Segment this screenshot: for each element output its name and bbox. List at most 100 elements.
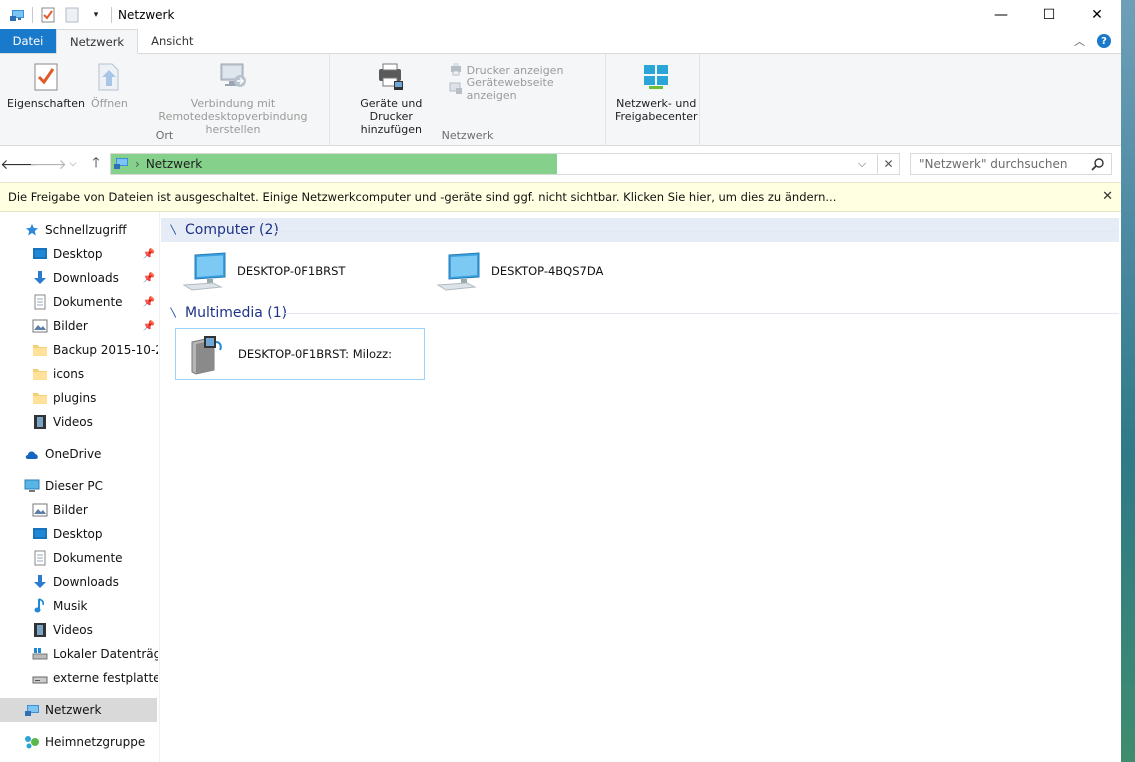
tab-file[interactable]: Datei [0, 29, 56, 53]
breadcrumb-network[interactable]: Netzwerk [146, 157, 202, 171]
recent-locations-dropdown-icon[interactable]: ⌵ [62, 153, 84, 175]
ribbon-group-center: Netzwerk- und Freigabecenter [606, 54, 700, 146]
group-title: Computer (2) [185, 222, 279, 238]
computer-group-header[interactable]: 〵 Computer (2) [168, 218, 279, 242]
nav-label: Videos [53, 415, 93, 429]
pictures-icon [32, 502, 48, 518]
nav-label: Dokumente [53, 551, 123, 565]
pin-icon[interactable]: 📌 [143, 320, 155, 332]
folder-icon [32, 342, 48, 358]
pin-icon[interactable]: 📌 [143, 248, 155, 260]
chevron-down-icon: 〵 [168, 307, 179, 320]
multimedia-group-header[interactable]: 〵 Multimedia (1) [168, 301, 287, 325]
group-title: Multimedia (1) [185, 305, 288, 321]
tile-label: DESKTOP-4BQS7DA [491, 264, 604, 278]
media-server-tile[interactable]: DESKTOP-0F1BRST: Milozz: [175, 328, 425, 380]
nav-label: Downloads [53, 575, 119, 589]
nav-pc-local-disk[interactable]: Lokaler Datenträger [32, 642, 158, 666]
local-disk-icon [32, 646, 48, 662]
maximize-button[interactable]: ☐ [1025, 0, 1073, 30]
minimize-button[interactable]: — [977, 0, 1025, 30]
ribbon-right-controls: ︿ ? [1074, 29, 1121, 53]
nav-pc-videos[interactable]: Videos [32, 618, 93, 642]
network-sharing-center-icon [640, 60, 672, 94]
nav-pc-desktop[interactable]: Desktop [32, 522, 103, 546]
drive-icon [32, 670, 48, 686]
nav-label: Desktop [53, 527, 103, 541]
network-location-icon [113, 156, 129, 173]
nav-pc-pictures[interactable]: Bilder [32, 498, 88, 522]
nav-qa-icons-folder[interactable]: icons [32, 362, 84, 386]
nav-pc-downloads[interactable]: Downloads [32, 570, 119, 594]
nav-homegroup[interactable]: Heimnetzgruppe [24, 730, 145, 754]
computer-tile[interactable]: DESKTOP-0F1BRST [183, 248, 413, 294]
nav-qa-backup-folder[interactable]: Backup 2015-10-29 [32, 338, 158, 362]
nav-qa-documents[interactable]: Dokumente [32, 290, 123, 314]
nav-qa-videos[interactable]: Videos [32, 410, 93, 434]
search-placeholder: "Netzwerk" durchsuchen [919, 157, 1068, 171]
nav-label: Dieser PC [45, 479, 103, 493]
tile-label: DESKTOP-0F1BRST [237, 264, 346, 278]
computer-icon [437, 249, 481, 293]
qat-separator [32, 7, 33, 23]
film-icon [32, 414, 48, 430]
network-sharing-center-label-2: Freigabecenter [615, 110, 698, 123]
new-folder-qat-icon[interactable] [63, 6, 81, 24]
ribbon-tabs: Datei Netzwerk Ansicht ︿ ? [0, 29, 1121, 54]
nav-network[interactable]: Netzwerk [0, 698, 157, 722]
nav-pc-music[interactable]: Musik [32, 594, 88, 618]
infobar-text: Die Freigabe von Dateien ist ausgeschalt… [8, 190, 837, 204]
device-webpage-button[interactable]: Gerätewebseite anzeigen [449, 76, 601, 102]
stop-refresh-icon[interactable]: ✕ [877, 154, 899, 174]
properties-qat-icon[interactable] [39, 6, 57, 24]
address-bar[interactable]: › Netzwerk ⌵ ✕ [110, 153, 900, 175]
help-icon[interactable]: ? [1097, 34, 1111, 48]
film-icon [32, 622, 48, 638]
pictures-icon [32, 318, 48, 334]
nav-this-pc[interactable]: Dieser PC [24, 474, 103, 498]
pin-icon[interactable]: 📌 [143, 272, 155, 284]
nav-qa-pictures[interactable]: Bilder [32, 314, 88, 338]
nav-onedrive[interactable]: OneDrive [24, 442, 101, 466]
nav-label: Backup 2015-10-29 [53, 343, 158, 357]
document-icon [32, 294, 48, 310]
content-pane: 〵 Computer (2) DESKTOP-0F1BRST DESKTOP-4… [161, 212, 1121, 762]
file-sharing-infobar[interactable]: Die Freigabe von Dateien ist ausgeschalt… [0, 182, 1121, 212]
cloud-icon [24, 446, 40, 462]
address-dropdown-icon[interactable]: ⌵ [851, 154, 873, 174]
search-box[interactable]: "Netzwerk" durchsuchen [910, 153, 1112, 175]
qat-dropdown-icon[interactable]: ▾ [87, 6, 105, 24]
pin-icon[interactable]: 📌 [143, 296, 155, 308]
computer-tile[interactable]: DESKTOP-4BQS7DA [437, 248, 667, 294]
forward-button[interactable]: 🡒 [29, 153, 67, 175]
search-icon[interactable] [1091, 157, 1105, 171]
nav-qa-downloads[interactable]: Downloads [32, 266, 119, 290]
nav-pc-documents[interactable]: Dokumente [32, 546, 123, 570]
nav-quick-access[interactable]: Schnellzugriff [24, 218, 127, 242]
computer-group-band [161, 218, 1119, 242]
title-bar: ▾ Netzwerk — ☐ ✕ [0, 0, 1121, 30]
nav-qa-plugins-folder[interactable]: plugins [32, 386, 96, 410]
close-button[interactable]: ✕ [1073, 0, 1121, 30]
up-button[interactable]: 🡑 [85, 153, 107, 175]
properties-label: Eigenschaften [7, 97, 85, 110]
ribbon: Eigenschaften Öffnen Verbindung mit Remo… [0, 54, 1121, 146]
nav-label: Downloads [53, 271, 119, 285]
properties-icon [30, 60, 62, 94]
tab-network[interactable]: Netzwerk [56, 29, 139, 54]
collapse-ribbon-icon[interactable]: ︿ [1074, 33, 1085, 49]
tab-view[interactable]: Ansicht [138, 29, 206, 53]
nav-qa-desktop[interactable]: Desktop [32, 242, 103, 266]
folder-icon [32, 390, 48, 406]
group-divider [275, 231, 1119, 232]
add-devices-label-1: Geräte und Drucker [360, 97, 423, 123]
nav-label: Netzwerk [45, 703, 102, 717]
nav-pc-external-drive[interactable]: externe festplatte (D [32, 666, 158, 690]
infobar-close-icon[interactable]: ✕ [1102, 189, 1113, 204]
network-sharing-center-button[interactable]: Netzwerk- und Freigabecenter [612, 58, 701, 146]
back-button[interactable]: 🡐 [0, 153, 38, 175]
group-divider [285, 313, 1119, 314]
remote-desktop-label-1: Verbindung mit [190, 97, 276, 110]
nav-label: Desktop [53, 247, 103, 261]
nav-label: Musik [53, 599, 88, 613]
